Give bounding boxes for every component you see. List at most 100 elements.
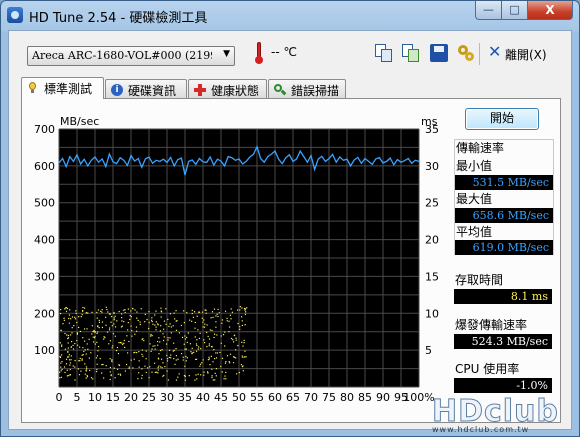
access-time-point	[232, 339, 234, 341]
access-time-point	[74, 316, 76, 318]
access-time-point	[160, 307, 162, 309]
access-time-point	[61, 345, 63, 347]
access-time-point	[232, 341, 235, 343]
access-time-point	[181, 336, 184, 339]
tab-benchmark[interactable]: 標準測試	[21, 77, 104, 99]
access-time-point	[198, 346, 200, 348]
access-time-point	[74, 342, 76, 345]
access-time-point	[221, 371, 223, 373]
x-tick: 70	[304, 391, 318, 404]
access-time-label: 存取時間	[455, 273, 504, 287]
save-icon[interactable]	[430, 44, 448, 62]
maximize-button[interactable]: □	[501, 1, 528, 20]
access-time-point	[79, 360, 81, 362]
access-time-point	[72, 344, 74, 347]
y-tick-right: 30	[425, 160, 439, 173]
access-time-point	[231, 311, 234, 313]
access-time-point	[74, 318, 77, 320]
access-time-point	[172, 325, 174, 327]
max-label: 最大值	[456, 192, 493, 206]
access-time-point	[73, 325, 75, 327]
access-time-point	[150, 335, 152, 337]
access-time-point	[102, 338, 105, 340]
access-time-point	[175, 348, 177, 350]
access-time-point	[202, 321, 204, 323]
access-time-point	[124, 309, 126, 311]
access-time-point	[151, 371, 153, 373]
access-time-point	[204, 323, 206, 325]
access-time-point	[144, 313, 146, 315]
access-time-point	[106, 308, 108, 311]
access-time-point	[211, 346, 213, 348]
start-button[interactable]: 開始	[465, 108, 539, 130]
close-button[interactable]: X	[527, 1, 573, 20]
access-time-point	[74, 366, 76, 368]
access-time-point	[166, 360, 169, 362]
copy-text-icon[interactable]	[375, 44, 393, 62]
drive-dropdown[interactable]: Areca ARC-1680-VOL#000 (2199 G ▼	[27, 46, 235, 66]
access-time-point	[76, 332, 78, 334]
access-time-point	[75, 312, 77, 315]
access-time-point	[157, 344, 159, 346]
access-time-point	[60, 376, 62, 378]
access-time-point	[168, 356, 170, 359]
access-time-point	[167, 318, 169, 321]
access-time-point	[129, 315, 131, 317]
access-time-point	[143, 339, 145, 342]
access-time-point	[193, 311, 196, 313]
x-tick: 80	[340, 391, 354, 404]
access-time-point	[228, 320, 230, 322]
access-time-point	[211, 368, 213, 370]
access-time-point	[96, 317, 98, 319]
access-time-point	[194, 379, 196, 381]
access-time-point	[82, 337, 84, 339]
tab-label: 錯誤掃描	[291, 84, 340, 98]
copy-image-icon[interactable]	[402, 44, 420, 62]
access-time-point	[128, 367, 130, 369]
access-time-point	[141, 377, 143, 379]
title-bar[interactable]: HD Tune 2.54 - 硬碟檢測工具 — □ X	[1, 1, 579, 29]
access-time-point	[202, 359, 204, 361]
access-time-point	[165, 343, 168, 345]
access-time-point	[230, 337, 233, 340]
options-icon[interactable]	[457, 44, 475, 62]
access-time-point	[91, 311, 93, 313]
access-time-point	[229, 353, 232, 355]
access-time-point	[149, 366, 151, 368]
minimize-button[interactable]: —	[475, 1, 502, 20]
access-time-point	[96, 368, 98, 371]
access-time-point	[120, 313, 123, 315]
tab-error-scan[interactable]: 錯誤掃描	[268, 79, 346, 98]
access-time-point	[71, 332, 73, 334]
access-time-point	[136, 311, 138, 313]
temperature-readout: -- ℃	[271, 45, 297, 59]
access-time-point	[203, 326, 206, 328]
access-time-point	[95, 370, 98, 373]
tab-disk-info[interactable]: i 硬碟資訊	[105, 79, 187, 98]
access-time-point	[84, 363, 86, 365]
access-time-point	[243, 339, 245, 341]
access-time-point	[239, 328, 241, 330]
access-time-point	[93, 329, 95, 332]
access-time-point	[173, 349, 175, 351]
access-time-point	[170, 332, 172, 334]
access-time-point	[138, 351, 140, 353]
access-time-point	[239, 309, 241, 311]
access-time-point	[84, 373, 86, 375]
access-time-point	[108, 343, 110, 345]
access-time-point	[64, 371, 66, 374]
access-time-point	[105, 324, 107, 326]
access-time-point	[144, 321, 146, 323]
access-time-point	[85, 353, 87, 355]
access-time-point	[162, 339, 165, 342]
access-time-point	[224, 345, 226, 347]
tab-health[interactable]: 健康狀態	[188, 79, 267, 98]
access-time-point	[198, 337, 201, 340]
access-time-point	[68, 374, 70, 377]
access-time-point	[211, 376, 213, 379]
access-time-point	[159, 341, 161, 343]
access-time-point	[226, 320, 228, 322]
watermark-logo: HDclub www.hdclub.com.tw	[426, 394, 576, 435]
access-time-point	[76, 344, 79, 346]
y-tick-left: 100	[34, 344, 55, 357]
